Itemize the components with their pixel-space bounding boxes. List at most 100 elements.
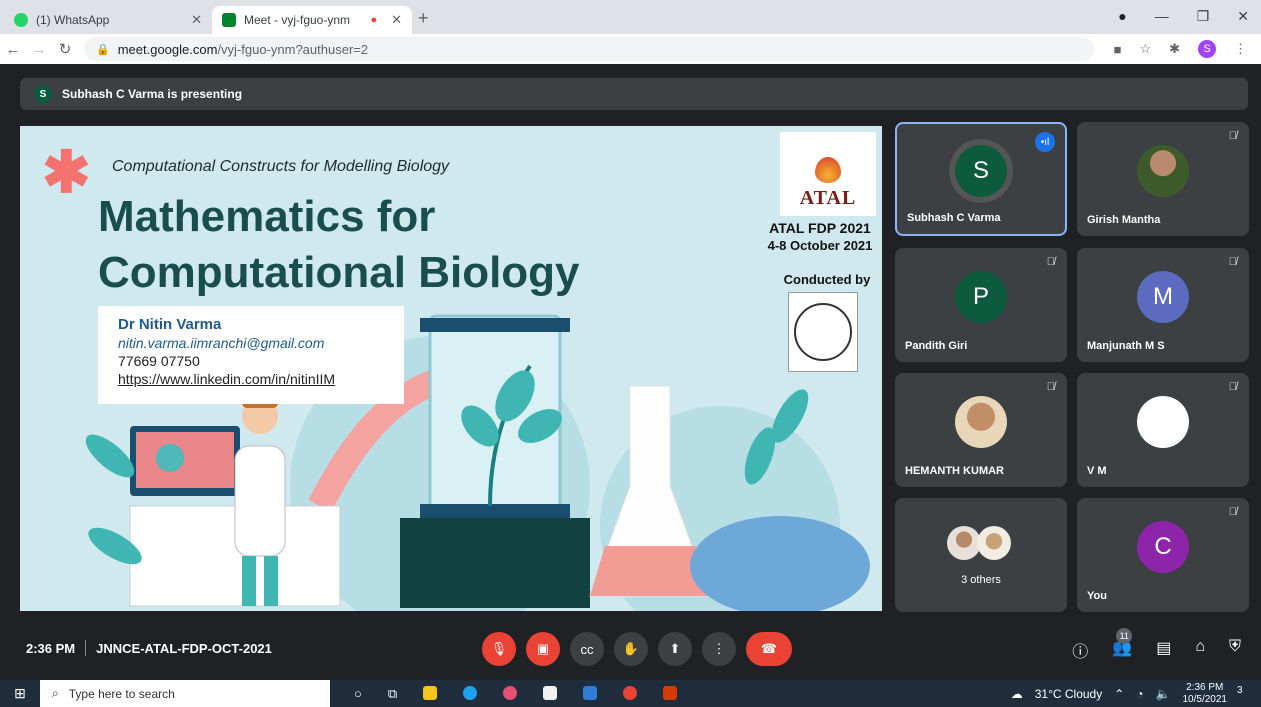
system-clock[interactable]: 2:36 PM 10/5/2021 (1183, 682, 1228, 706)
new-tab-button[interactable]: + (418, 8, 429, 29)
maximize-button[interactable]: ❐ (1197, 8, 1210, 25)
windows-start-icon[interactable]: ⊞ (0, 685, 40, 702)
store-icon[interactable] (543, 685, 558, 700)
office-icon[interactable] (663, 685, 678, 700)
activities-icon[interactable]: ⌂ (1195, 638, 1205, 662)
raise-hand-button[interactable]: ✋ (614, 632, 648, 666)
extensions-icon[interactable]: ✱ (1169, 41, 1180, 57)
reload-icon[interactable]: ↻ (52, 40, 78, 58)
network-icon[interactable]: ◔ (1136, 687, 1143, 701)
taskbar-search[interactable]: ⌕ Type here to search (40, 680, 330, 707)
weather-cloud-icon: ☁ (1010, 686, 1023, 701)
participant-tile[interactable]: 🎙̸ V M (1077, 373, 1249, 487)
profile-avatar[interactable]: S (1198, 40, 1216, 58)
mic-toggle-button[interactable]: 🎙 (482, 632, 516, 666)
fdp-title: ATAL FDP 2021 (769, 220, 871, 236)
avatar-photo (977, 526, 1011, 560)
leave-call-button[interactable]: ☎ (746, 632, 792, 666)
close-tab-icon[interactable]: ✕ (191, 12, 202, 28)
call-controls: 🎙 ▣ cc ✋ ⬆ ⋮ ☎ (482, 632, 792, 666)
conducted-by-label: Conducted by (783, 272, 871, 287)
others-label: 3 others (961, 574, 1001, 586)
minimize-button[interactable]: — (1155, 8, 1169, 25)
browser-extras: ■ ☆ ✱ S ⋮ (1114, 40, 1261, 58)
windows-taskbar: ⊞ ⌕ Type here to search ○ ⧉ ☁ 31°C Cloud… (0, 680, 1261, 707)
participant-tile[interactable]: •ıl S Subhash C Varma (895, 122, 1067, 236)
presenter-avatar: S (34, 85, 52, 103)
url-host: meet.google.com (117, 41, 218, 57)
meeting-code: JNNCE-ATAL-FDP-OCT-2021 (96, 640, 272, 656)
weather-text[interactable]: 31°C Cloudy (1035, 687, 1103, 701)
captions-button[interactable]: cc (570, 632, 604, 666)
bookmark-star-icon[interactable]: ☆ (1139, 41, 1151, 57)
tray-overflow-icon[interactable]: ⌃ (1114, 687, 1124, 701)
college-seal-logo (788, 292, 858, 372)
participant-tile[interactable]: 🎙̸ Girish Mantha (1077, 122, 1249, 236)
chrome-icon[interactable] (623, 685, 638, 700)
chat-icon[interactable]: ▤ (1156, 638, 1171, 662)
cortana-icon[interactable]: ○ (354, 686, 362, 702)
participant-name: You (1087, 590, 1107, 602)
others-tile[interactable]: 3 others (895, 498, 1067, 612)
edge-icon[interactable] (463, 685, 478, 700)
side-controls: ⓘ 11 👥 ▤ ⌂ ⛨ (1072, 628, 1241, 662)
participant-name: Subhash C Varma (907, 212, 1001, 224)
meeting-details-icon[interactable]: ⓘ (1072, 638, 1088, 662)
app-icon[interactable] (503, 685, 518, 700)
speaking-indicator-icon: •ıl (1035, 132, 1055, 152)
volume-icon[interactable]: 🔈 (1156, 687, 1171, 701)
notification-center-icon[interactable]: 3 (1237, 685, 1253, 701)
slide-title-line1: Mathematics for (98, 192, 436, 241)
avatar-photo (955, 396, 1007, 448)
participant-name: V M (1087, 465, 1107, 477)
present-now-button[interactable]: ⬆ (658, 632, 692, 666)
self-tile[interactable]: 🎙̸ C You (1077, 498, 1249, 612)
avatar: C (1137, 521, 1189, 573)
back-arrow-icon[interactable]: ← (0, 41, 26, 58)
menu-kebab-icon[interactable]: ⋮ (1234, 41, 1247, 57)
seal-ring-icon (794, 303, 852, 361)
avatar-photo (947, 526, 981, 560)
participant-tile[interactable]: 🎙̸ M Manjunath M S (1077, 248, 1249, 362)
app-icon[interactable] (583, 685, 598, 700)
whatsapp-favicon-icon (14, 13, 28, 27)
participant-tile[interactable]: 🎙̸ HEMANTH KUMAR (895, 373, 1067, 487)
task-view-icon[interactable]: ⧉ (388, 686, 397, 702)
tab-search-icon[interactable]: ● (1118, 8, 1126, 25)
meet-favicon-icon (222, 13, 236, 27)
tab-whatsapp[interactable]: (1) WhatsApp ✕ (4, 6, 212, 34)
participant-tile[interactable]: 🎙̸ P Pandith Giri (895, 248, 1067, 362)
divider (85, 640, 87, 656)
participant-name: Pandith Giri (905, 340, 968, 352)
forward-arrow-icon[interactable]: → (26, 41, 52, 58)
tab-label: Meet - vyj-fguo-ynm (244, 13, 351, 27)
avatar: M (1137, 271, 1189, 323)
camera-toggle-button[interactable]: ▣ (526, 632, 560, 666)
atal-logo-word: ATAL (799, 187, 857, 209)
close-tab-icon[interactable]: ✕ (391, 12, 402, 28)
people-button[interactable]: 11 👥 (1112, 628, 1133, 662)
mic-muted-icon: 🎙̸ (1228, 381, 1237, 393)
url-field[interactable]: 🔒 meet.google.com/vyj-fguo-ynm?authuser=… (84, 37, 1094, 61)
presentation-slide: ✱ Computational Constructs for Modelling… (20, 126, 882, 611)
more-options-button[interactable]: ⋮ (702, 632, 736, 666)
avatar: P (955, 271, 1007, 323)
meet-stage: S Subhash C Varma is presenting ✱ Comput… (0, 64, 1261, 676)
mic-muted-icon: 🎙̸ (1228, 256, 1237, 268)
host-controls-icon[interactable]: ⛨ (1229, 638, 1241, 662)
slide-title-line2: Computational Biology (98, 248, 580, 297)
file-explorer-icon[interactable] (423, 685, 438, 700)
tab-meet[interactable]: Meet - vyj-fguo-ynm ● ✕ (212, 6, 412, 34)
presenting-text: Subhash C Varma is presenting (62, 87, 243, 101)
contact-card: Dr Nitin Varma nitin.varma.iimranchi@gma… (98, 306, 404, 404)
asterisk-decoration-icon: ✱ (42, 140, 91, 205)
clock-time: 2:36 PM (1186, 681, 1224, 693)
close-window-button[interactable]: ✕ (1237, 8, 1249, 25)
participant-name: Manjunath M S (1087, 340, 1165, 352)
camera-icon[interactable]: ■ (1114, 42, 1122, 57)
mic-muted-icon: 🎙̸ (1046, 381, 1055, 393)
contact-email: nitin.varma.iimranchi@gmail.com (118, 335, 325, 351)
mic-muted-icon: 🎙̸ (1228, 130, 1237, 142)
lock-icon: 🔒 (96, 43, 110, 56)
avatar: S (955, 145, 1007, 197)
